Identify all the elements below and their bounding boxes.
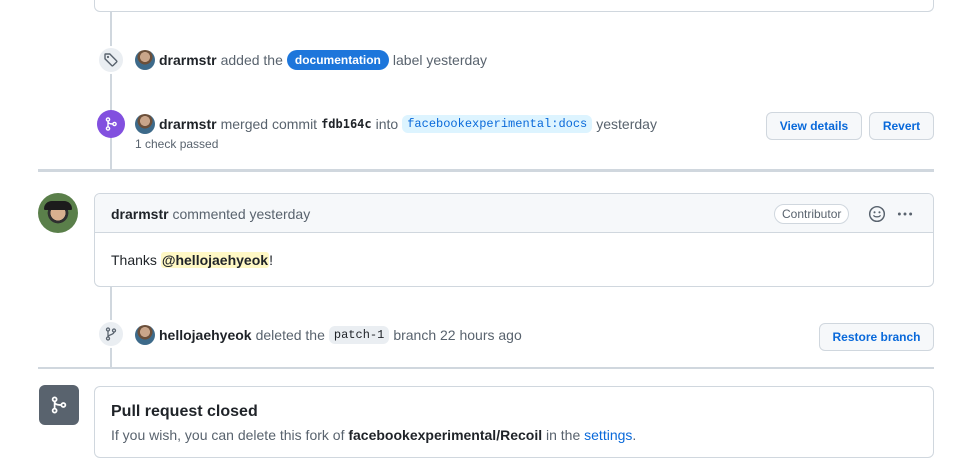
revert-button[interactable]: Revert (869, 112, 934, 140)
event-action: deleted the (255, 327, 325, 343)
tag-icon (97, 46, 125, 74)
timeline-divider (38, 367, 934, 369)
closed-msg-mid: in the (546, 427, 581, 443)
comment-text-end: ! (269, 252, 273, 268)
commit-sha-link[interactable]: fdb164c (321, 117, 372, 131)
comment-author-link[interactable]: drarmstr (111, 206, 169, 222)
pr-closed-card: Pull request closed If you wish, you can… (94, 386, 934, 458)
comment-header: drarmstr commented yesterday Contributor (95, 194, 933, 233)
event-user-link[interactable]: drarmstr (159, 116, 217, 132)
avatar[interactable] (135, 325, 155, 345)
merge-event: drarmstr merged commit fdb164c into face… (159, 114, 657, 134)
target-branch-ref[interactable]: facebookexperimental:docs (402, 115, 593, 133)
git-pull-request-closed-icon (39, 385, 79, 425)
comment-action: commented yesterday (172, 206, 311, 222)
event-into: into (375, 116, 399, 132)
git-branch-icon (97, 320, 125, 348)
user-mention[interactable]: @hellojaehyeok (160, 252, 270, 268)
avatar[interactable] (38, 193, 78, 233)
event-action: merged commit (220, 116, 318, 132)
event-user-link[interactable]: hellojaehyeok (159, 327, 252, 343)
closed-msg-prefix: If you wish, you can delete this fork of (111, 427, 345, 443)
comment-author-line: drarmstr commented yesterday (111, 206, 310, 222)
settings-link[interactable]: settings (584, 427, 632, 443)
restore-branch-button[interactable]: Restore branch (819, 323, 934, 351)
pr-closed-title: Pull request closed (111, 403, 258, 420)
closed-msg-end: . (632, 427, 637, 443)
label-event: drarmstr added the documentation label y… (159, 50, 487, 70)
smiley-icon[interactable] (868, 205, 886, 223)
avatar[interactable] (135, 114, 155, 134)
label-documentation[interactable]: documentation (286, 50, 389, 70)
avatar[interactable] (135, 50, 155, 70)
comment-text: Thanks (111, 252, 161, 268)
timeline-divider (38, 169, 934, 172)
comment-card: drarmstr commented yesterday Contributor… (94, 193, 934, 287)
deleted-branch-ref: patch-1 (328, 326, 390, 344)
kebab-horizontal-icon[interactable] (896, 205, 914, 223)
pr-closed-message: If you wish, you can delete this fork of… (111, 427, 636, 443)
event-user-link[interactable]: drarmstr (159, 52, 217, 68)
contributor-badge: Contributor (774, 204, 850, 224)
event-suffix: label yesterday (392, 52, 488, 68)
previous-comment-box (94, 0, 934, 12)
event-suffix: branch 22 hours ago (393, 327, 522, 343)
checks-status[interactable]: 1 check passed (135, 137, 218, 151)
git-merge-icon (97, 110, 125, 138)
delete-branch-event: hellojaehyeok deleted the patch-1 branch… (159, 325, 522, 345)
fork-repo-name: facebookexperimental/Recoil (348, 427, 543, 443)
event-time: yesterday (596, 116, 657, 132)
event-action: added the (220, 52, 283, 68)
view-details-button[interactable]: View details (766, 112, 862, 140)
timeline-line (110, 12, 112, 172)
comment-body: Thanks @hellojaehyeok! (111, 252, 273, 268)
